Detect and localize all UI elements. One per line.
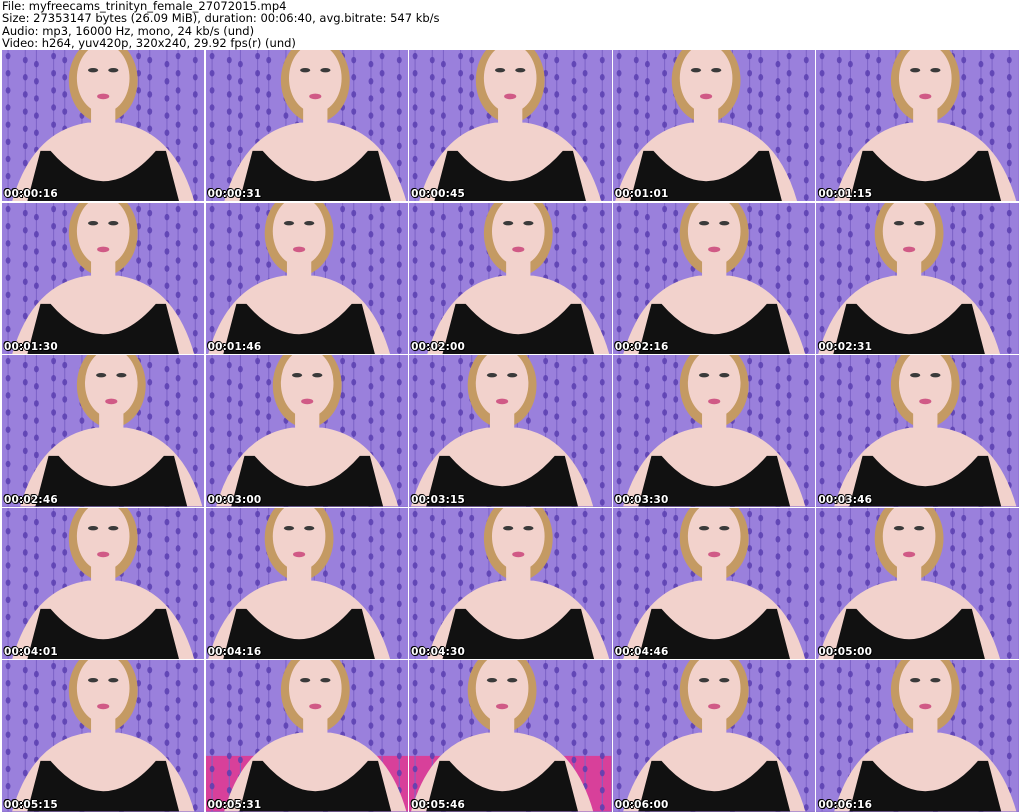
frame-image xyxy=(205,507,408,660)
video-thumbnail: 00:01:01 xyxy=(612,50,816,202)
video-thumbnail: 00:01:15 xyxy=(816,50,1019,202)
thumbnail-timestamp: 00:05:46 xyxy=(411,798,465,811)
thumbnail-timestamp: 00:05:15 xyxy=(4,798,58,811)
thumbnail-timestamp: 00:04:30 xyxy=(411,646,465,659)
video-thumbnail: 00:03:00 xyxy=(205,355,408,507)
frame-image xyxy=(816,50,1019,202)
video-thumbnail: 00:06:16 xyxy=(816,660,1019,812)
video-thumbnail: 00:04:46 xyxy=(612,507,816,660)
frame-image xyxy=(612,507,816,660)
video-thumbnail: 00:01:46 xyxy=(205,202,408,354)
thumbnail-timestamp: 00:04:01 xyxy=(4,646,58,659)
video-thumbnail: 00:02:31 xyxy=(816,202,1019,354)
thumbnail-timestamp: 00:03:00 xyxy=(207,493,262,506)
video-thumbnail: 00:03:30 xyxy=(612,355,816,507)
video-thumbnail: 00:05:46 xyxy=(409,660,612,812)
video-thumbnail: 00:02:46 xyxy=(2,355,205,507)
frame-image xyxy=(205,202,408,354)
thumbnail-timestamp: 00:01:46 xyxy=(207,340,262,353)
frame-image xyxy=(612,660,816,812)
thumbnail-timestamp: 00:06:00 xyxy=(614,798,669,811)
thumbnail-timestamp: 00:01:15 xyxy=(818,188,873,201)
thumbnail-timestamp: 00:03:15 xyxy=(411,493,465,506)
thumbnail-timestamp: 00:03:46 xyxy=(818,493,873,506)
thumbnail-timestamp: 00:01:30 xyxy=(4,340,58,353)
frame-image xyxy=(816,202,1019,354)
thumbnail-timestamp: 00:06:16 xyxy=(818,798,873,811)
thumbnail-timestamp: 00:03:30 xyxy=(614,493,669,506)
video-thumbnail: 00:02:00 xyxy=(409,202,612,354)
thumbnail-timestamp: 00:04:16 xyxy=(207,646,262,659)
thumbnail-timestamp: 00:02:16 xyxy=(614,340,669,353)
thumbnail-timestamp: 00:05:31 xyxy=(207,798,262,811)
thumbnail-grid: 00:00:16 00:00:31 00:00:45 00:01:01 00:01:15… xyxy=(2,50,1019,812)
frame-image xyxy=(409,202,612,354)
video-thumbnail: 00:04:01 xyxy=(2,507,205,660)
frame-image xyxy=(612,355,816,507)
video-thumbnail: 00:00:31 xyxy=(205,50,408,202)
frame-image xyxy=(409,355,612,507)
thumbnail-timestamp: 00:04:46 xyxy=(614,646,669,659)
video-thumbnail: 00:00:16 xyxy=(2,50,205,202)
frame-image xyxy=(2,507,205,660)
frame-image xyxy=(612,202,816,354)
frame-image xyxy=(409,507,612,660)
frame-image xyxy=(612,50,816,202)
video-thumbnail: 00:02:16 xyxy=(612,202,816,354)
frame-image xyxy=(205,50,408,202)
frame-image xyxy=(409,50,612,202)
video-thumbnail: 00:06:00 xyxy=(612,660,816,812)
video-info-line: Video: h264, yuv420p, 320x240, 29.92 fps… xyxy=(2,35,296,50)
video-thumbnail: 00:03:15 xyxy=(409,355,612,507)
frame-image xyxy=(2,50,205,202)
thumbnail-timestamp: 00:02:31 xyxy=(818,340,873,353)
frame-image xyxy=(2,660,205,812)
thumbnail-timestamp: 00:00:16 xyxy=(4,188,58,201)
thumbnail-timestamp: 00:05:00 xyxy=(818,646,873,659)
file-info-header: File: myfreecams_trinityn_female_2707201… xyxy=(2,0,1022,49)
frame-image xyxy=(409,660,612,812)
video-thumbnail: 00:00:45 xyxy=(409,50,612,202)
frame-image xyxy=(816,507,1019,660)
video-thumbnail: 00:01:30 xyxy=(2,202,205,354)
frame-image xyxy=(2,202,205,354)
frame-image xyxy=(2,355,205,507)
frame-image xyxy=(205,355,408,507)
video-thumbnail: 00:04:16 xyxy=(205,507,408,660)
video-thumbnail: 00:04:30 xyxy=(409,507,612,660)
frame-image xyxy=(205,660,408,812)
thumbnail-timestamp: 00:02:46 xyxy=(4,493,58,506)
video-thumbnail: 00:05:00 xyxy=(816,507,1019,660)
video-thumbnail: 00:03:46 xyxy=(816,355,1019,507)
frame-image xyxy=(816,660,1019,812)
thumbnail-timestamp: 00:02:00 xyxy=(411,340,465,353)
thumbnail-timestamp: 00:00:45 xyxy=(411,188,465,201)
video-thumbnail: 00:05:15 xyxy=(2,660,205,812)
video-thumbnail: 00:05:31 xyxy=(205,660,408,812)
frame-image xyxy=(816,355,1019,507)
thumbnail-timestamp: 00:00:31 xyxy=(207,188,262,201)
file-size-line: Size: 27353147 bytes (26.09 MiB), durati… xyxy=(2,11,440,26)
thumbnail-timestamp: 00:01:01 xyxy=(614,188,669,201)
